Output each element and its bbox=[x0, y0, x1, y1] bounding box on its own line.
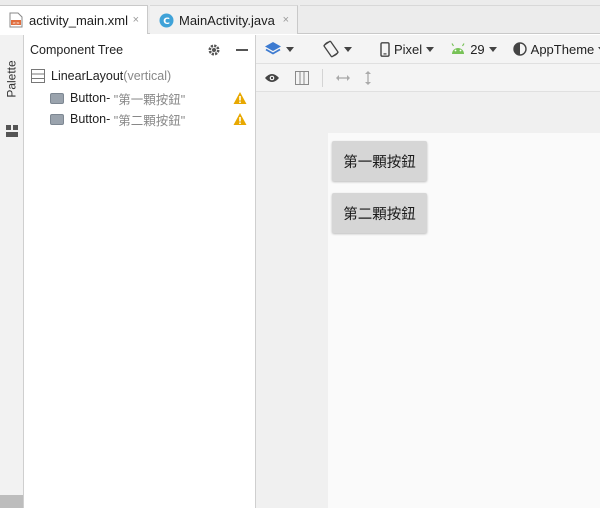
chevron-down-icon bbox=[286, 46, 294, 52]
blueprint-icon[interactable] bbox=[294, 70, 310, 86]
theme-label: AppTheme bbox=[530, 41, 595, 57]
preview-button-2[interactable]: 第二顆按鈕 bbox=[332, 193, 427, 233]
tool-window-strip: Palette bbox=[0, 35, 24, 508]
toolbar-divider bbox=[322, 68, 323, 87]
view-options-toolbar bbox=[256, 64, 600, 92]
tab-label: MainActivity.java bbox=[179, 12, 275, 28]
phone-icon bbox=[380, 41, 390, 57]
tree-item-text: "第一顆按鈕" bbox=[113, 92, 186, 107]
tree-item-type: Button bbox=[70, 112, 107, 126]
svg-text:<>: <> bbox=[12, 20, 20, 26]
api-level-label: 29 bbox=[470, 41, 485, 57]
palette-label: Palette bbox=[5, 60, 20, 98]
tree-item-separator: - bbox=[106, 112, 114, 126]
panel-title: Component Tree bbox=[30, 42, 124, 57]
component-tree-panel: Component Tree LinearLayout (vertical) B… bbox=[24, 35, 256, 508]
theme-dropdown[interactable]: AppTheme bbox=[512, 41, 600, 57]
button-widget-icon bbox=[50, 113, 64, 125]
svg-text:C: C bbox=[163, 17, 170, 27]
layers-dropdown[interactable] bbox=[264, 41, 294, 57]
theme-icon bbox=[512, 42, 527, 56]
close-icon[interactable]: × bbox=[133, 14, 139, 26]
close-icon[interactable]: × bbox=[283, 14, 289, 26]
rotate-device-icon bbox=[323, 40, 339, 58]
tree-item-button-2[interactable]: Button - "第二顆按鈕" bbox=[50, 109, 250, 129]
device-label: Pixel bbox=[394, 41, 423, 57]
palette-icon[interactable] bbox=[6, 125, 18, 137]
tree-item-linearlayout[interactable]: LinearLayout (vertical) bbox=[30, 66, 171, 86]
api-level-dropdown[interactable]: 29 bbox=[450, 41, 497, 57]
linear-layout-icon bbox=[31, 69, 45, 83]
tree-item-button-1[interactable]: Button - "第一顆按鈕" bbox=[50, 88, 250, 108]
eye-icon[interactable] bbox=[264, 72, 280, 84]
tab-activity-main-xml[interactable]: <> activity_main.xml × bbox=[0, 5, 148, 34]
tree-item-separator: - bbox=[106, 91, 114, 105]
chevron-down-icon bbox=[344, 46, 352, 52]
orientation-dropdown[interactable] bbox=[322, 40, 352, 58]
tab-label: activity_main.xml bbox=[29, 12, 128, 28]
preview-button-1[interactable]: 第一顆按鈕 bbox=[332, 141, 427, 181]
palette-tab[interactable]: Palette bbox=[3, 47, 21, 111]
device-dropdown[interactable]: Pixel bbox=[380, 41, 435, 57]
tab-main-activity-java[interactable]: C MainActivity.java × bbox=[150, 5, 298, 34]
layers-icon bbox=[265, 42, 281, 55]
warning-icon[interactable] bbox=[233, 91, 247, 105]
chevron-down-icon bbox=[426, 46, 435, 52]
design-editor: Pixel 29 AppTheme 第一顆按鈕 第二顆按鈕 bbox=[256, 35, 600, 508]
tree-item-text: "第二顆按鈕" bbox=[113, 113, 186, 128]
button-widget-icon bbox=[50, 92, 64, 104]
java-class-icon: C bbox=[158, 12, 174, 28]
tree-item-name: LinearLayout bbox=[51, 69, 124, 83]
xml-file-icon: <> bbox=[8, 12, 24, 28]
design-toolbar: Pixel 29 AppTheme bbox=[256, 35, 600, 64]
component-tree-header: Component Tree bbox=[24, 35, 255, 64]
tree-item-detail: (vertical) bbox=[123, 69, 172, 83]
tree-item-type: Button bbox=[70, 91, 107, 105]
vertical-resize-icon[interactable] bbox=[363, 70, 373, 86]
android-icon bbox=[451, 43, 465, 54]
gear-icon[interactable] bbox=[207, 43, 221, 57]
chevron-down-icon bbox=[488, 46, 497, 52]
layout-preview-canvas[interactable]: 第一顆按鈕 第二顆按鈕 bbox=[328, 133, 600, 508]
minimize-icon[interactable] bbox=[235, 43, 249, 57]
warning-icon[interactable] bbox=[233, 112, 247, 126]
tab-bar-empty-area bbox=[300, 5, 600, 34]
horizontal-resize-icon[interactable] bbox=[335, 73, 351, 83]
editor-tab-bar: <> activity_main.xml × C MainActivity.ja… bbox=[0, 0, 600, 34]
strip-scrollbar[interactable] bbox=[0, 495, 23, 508]
